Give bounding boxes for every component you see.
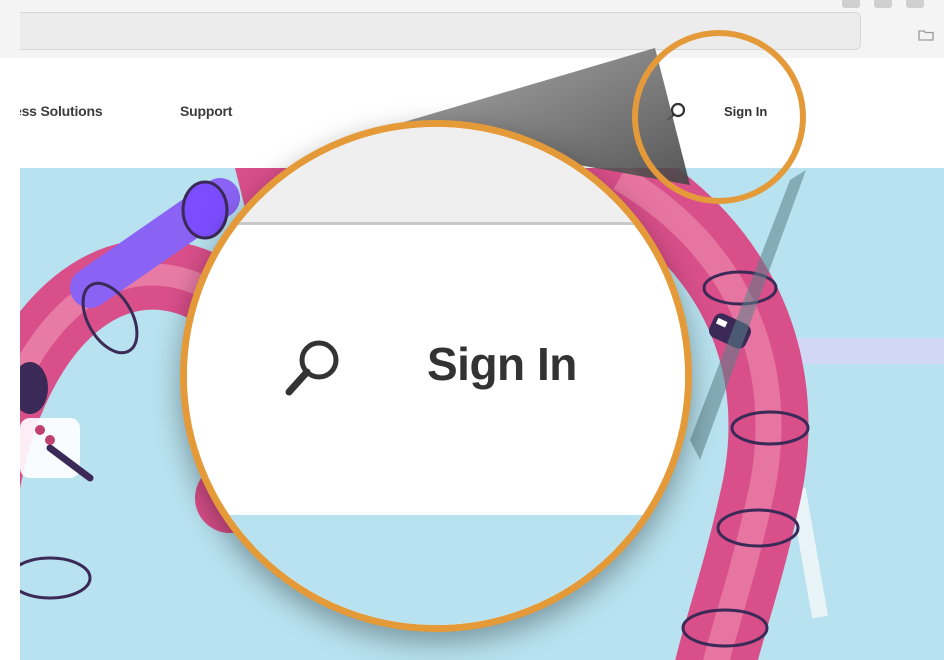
window-button[interactable] xyxy=(906,0,924,8)
page-margin xyxy=(0,58,20,660)
search-icon xyxy=(285,340,339,396)
lens-toolbar-area xyxy=(187,127,685,225)
magnifier-lens: Sign In xyxy=(180,120,692,632)
window-button[interactable] xyxy=(874,0,892,8)
nav-link-solutions[interactable]: ess Solutions xyxy=(14,103,103,119)
window-button[interactable] xyxy=(842,0,860,8)
folder-icon[interactable] xyxy=(918,29,934,41)
browser-chrome xyxy=(0,0,944,58)
tutorial-screenshot: ess Solutions Support Sign In Sign In xyxy=(0,0,944,660)
nav-link-support[interactable]: Support xyxy=(180,103,232,119)
lens-hero-area xyxy=(187,515,685,625)
sign-in-magnified: Sign In xyxy=(427,338,577,390)
